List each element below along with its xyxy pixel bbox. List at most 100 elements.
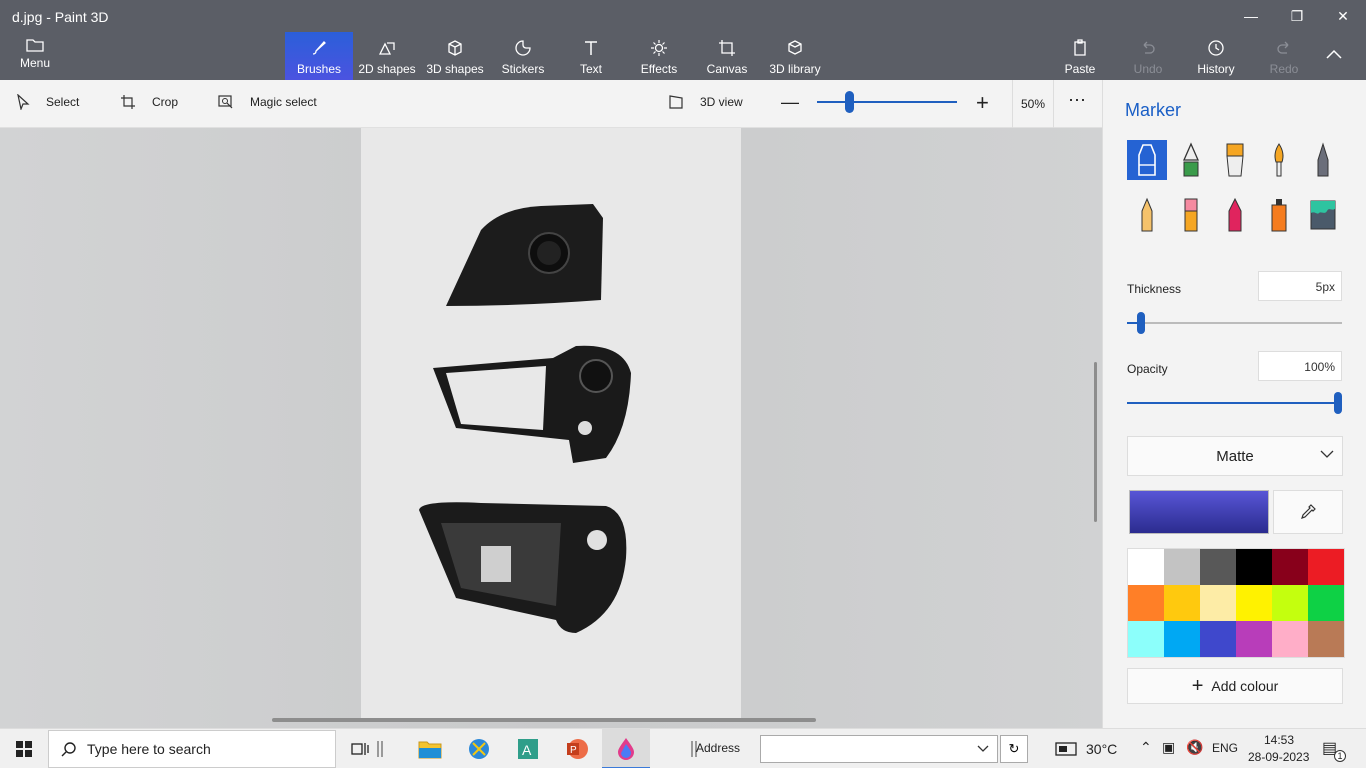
chevron-up-icon[interactable]: ⌃ (1140, 739, 1152, 756)
marker-brush[interactable] (1127, 140, 1167, 180)
select-tool[interactable]: Select (16, 94, 79, 110)
powerpoint-app[interactable]: P (553, 729, 601, 768)
snip-app[interactable] (455, 729, 503, 768)
more-options-button[interactable]: ⋯ (1068, 90, 1087, 111)
fill-brush[interactable] (1303, 195, 1343, 235)
language-indicator[interactable]: ENG (1212, 741, 1238, 755)
tab-label: Canvas (706, 62, 748, 76)
undo-icon (1143, 41, 1155, 54)
eyedropper-button[interactable] (1273, 490, 1343, 534)
colour-swatch[interactable] (1200, 585, 1236, 621)
undo-button[interactable]: Undo (1114, 32, 1182, 80)
window-title: d.jpg - Paint 3D (12, 9, 109, 25)
thickness-slider[interactable] (1127, 322, 1342, 324)
redo-button[interactable]: Redo (1250, 32, 1318, 80)
paint-3d-app[interactable] (602, 729, 650, 768)
meet-now-icon[interactable]: ▣ (1162, 739, 1175, 756)
thickness-slider-thumb[interactable] (1137, 312, 1145, 334)
clock-time[interactable]: 14:53 (1264, 733, 1294, 747)
current-colour[interactable] (1129, 490, 1269, 534)
zoom-slider-thumb[interactable] (845, 91, 854, 113)
taskbar-search[interactable]: Type here to search (48, 730, 336, 768)
pencil-brush[interactable] (1127, 195, 1167, 235)
restore-button[interactable]: ❐ (1274, 0, 1320, 32)
volume-muted-icon[interactable]: 🔇 (1186, 739, 1203, 756)
eraser-brush[interactable] (1171, 195, 1211, 235)
crayon-brush[interactable] (1215, 195, 1255, 235)
eyedropper-icon (1301, 504, 1316, 519)
weather-widget[interactable] (1050, 729, 1082, 768)
zoom-out-button[interactable]: — (781, 92, 799, 113)
history-button[interactable]: History (1182, 32, 1250, 80)
opacity-slider-thumb[interactable] (1334, 392, 1342, 414)
address-go-button[interactable]: ↻ (1000, 735, 1028, 763)
calligraphy-pen-icon (1183, 142, 1199, 177)
canvas[interactable] (361, 128, 741, 720)
clock-date[interactable]: 28-09-2023 (1248, 750, 1309, 764)
window-controls: — ❐ ✕ (1228, 0, 1366, 32)
3d-view-toggle[interactable]: 3D view (668, 94, 743, 110)
zoom-in-button[interactable]: + (976, 90, 989, 116)
separator-icon (377, 741, 383, 757)
finish-dropdown[interactable]: Matte (1127, 436, 1343, 476)
colour-swatch[interactable] (1308, 621, 1344, 657)
crop-tool[interactable]: Crop (120, 94, 178, 110)
crop-icon (121, 95, 135, 109)
colour-swatch[interactable] (1236, 585, 1272, 621)
opacity-input[interactable]: 100% (1258, 351, 1342, 381)
colour-swatch[interactable] (1164, 585, 1200, 621)
watercolor-brush[interactable] (1259, 140, 1299, 180)
thickness-input[interactable]: 5px (1258, 271, 1342, 301)
calligraphy-pen-brush[interactable] (1171, 140, 1211, 180)
colour-swatch[interactable] (1272, 585, 1308, 621)
colour-swatch[interactable] (1272, 549, 1308, 585)
close-button[interactable]: ✕ (1320, 0, 1366, 32)
tab-3d-library[interactable]: 3D library (761, 32, 829, 80)
colour-swatch[interactable] (1200, 549, 1236, 585)
panel-title: Marker (1125, 100, 1182, 120)
colour-swatch[interactable] (1164, 621, 1200, 657)
colour-swatch[interactable] (1272, 621, 1308, 657)
spray-can-brush[interactable] (1259, 195, 1299, 235)
colour-swatch[interactable] (1128, 549, 1164, 585)
collapse-ribbon-button[interactable] (1326, 46, 1356, 68)
watercolor-icon (1274, 143, 1284, 177)
menu-button[interactable]: Menu (10, 38, 60, 76)
magic-select-tool[interactable]: Magic select (218, 94, 317, 110)
colour-swatch[interactable] (1308, 549, 1344, 585)
fill-bucket-icon (1310, 200, 1336, 230)
colour-swatch[interactable] (1200, 621, 1236, 657)
file-explorer-app[interactable] (406, 729, 454, 768)
colour-swatch[interactable] (1164, 549, 1200, 585)
tab-canvas[interactable]: Canvas (693, 32, 761, 80)
tab-label: Stickers (501, 62, 545, 76)
canvas-image (419, 204, 631, 633)
address-input[interactable] (760, 735, 998, 763)
paste-label: Paste (1064, 62, 1096, 76)
vertical-scrollbar[interactable] (1094, 362, 1097, 522)
colour-swatch[interactable] (1128, 621, 1164, 657)
paste-button[interactable]: Paste (1046, 32, 1114, 80)
oil-brush[interactable] (1215, 140, 1255, 180)
tab-effects[interactable]: Effects (625, 32, 693, 80)
minimize-button[interactable]: — (1228, 0, 1274, 32)
tab-text[interactable]: Text (557, 32, 625, 80)
tab-3d-shapes[interactable]: 3D shapes (421, 32, 489, 80)
tab-2d-shapes[interactable]: 2D shapes (353, 32, 421, 80)
colour-swatch[interactable] (1236, 621, 1272, 657)
colour-swatch[interactable] (1236, 549, 1272, 585)
start-button[interactable] (0, 729, 48, 768)
tab-brushes[interactable]: Brushes (285, 32, 353, 80)
colour-swatch[interactable] (1128, 585, 1164, 621)
app-a-button[interactable]: A (504, 729, 552, 768)
folder-icon (26, 39, 44, 52)
colour-swatch[interactable] (1308, 585, 1344, 621)
taskbar: Type here to search A P Address ↻ 30°C ⌃… (0, 728, 1366, 768)
tab-stickers[interactable]: Stickers (489, 32, 557, 80)
zoom-slider[interactable] (817, 101, 957, 103)
opacity-slider[interactable] (1127, 402, 1342, 404)
plus-icon: + (1191, 674, 1204, 697)
pixel-pen-brush[interactable] (1303, 140, 1343, 180)
horizontal-scrollbar[interactable] (272, 718, 816, 722)
add-colour-button[interactable]: + Add colour (1127, 668, 1343, 704)
